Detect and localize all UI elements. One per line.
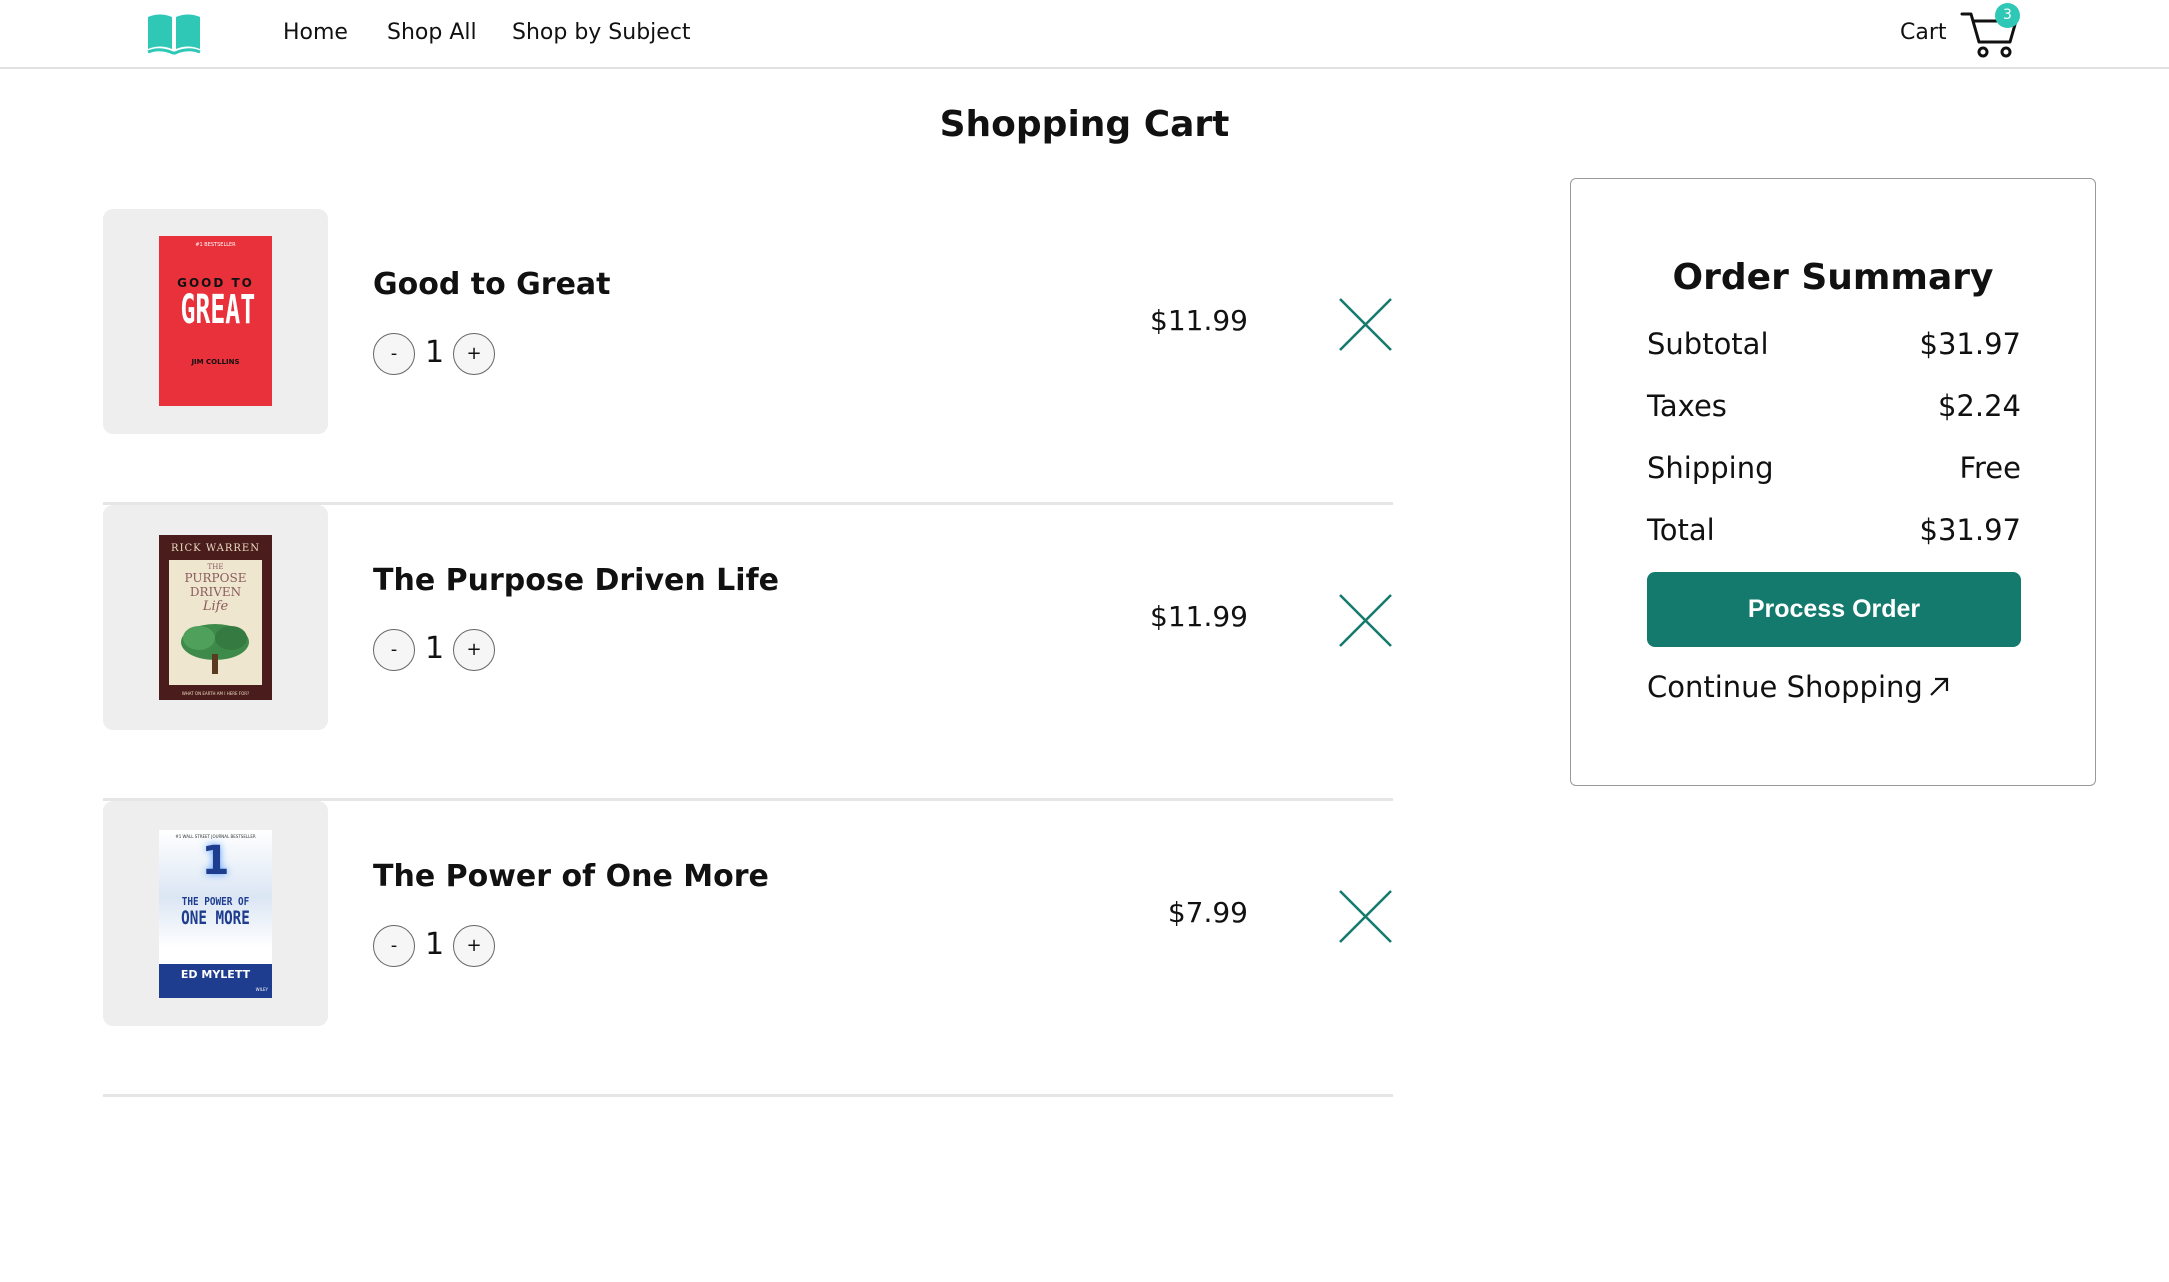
continue-shopping-label: Continue Shopping	[1647, 670, 1923, 704]
page-title: Shopping Cart	[939, 104, 1230, 145]
order-summary-title: Order Summary	[1672, 257, 1994, 298]
close-icon[interactable]	[1338, 593, 1393, 648]
nav-link-shop-by-subject[interactable]: Shop by Subject	[512, 20, 691, 45]
cart-count-badge: 3	[1995, 3, 2020, 28]
quantity-value: 1	[425, 335, 445, 370]
cart-item: #1 WALL STREET JOURNAL BESTSELLER 1 THE …	[103, 801, 1393, 1097]
quantity-value: 1	[425, 631, 445, 666]
cart-item: #1 BESTSELLER GOOD TO GREAT JIM COLLINS …	[103, 209, 1393, 505]
book-cover-power-of-one-more: #1 WALL STREET JOURNAL BESTSELLER 1 THE …	[159, 830, 272, 998]
cover-panel: THE PURPOSE DRIVEN Life	[169, 560, 262, 685]
process-order-button[interactable]: Process Order	[1647, 572, 2021, 647]
cart-link[interactable]: Cart	[1900, 20, 1947, 45]
summary-label: Total	[1647, 513, 1715, 547]
increase-qty-button[interactable]: +	[453, 629, 495, 671]
summary-value: $31.97	[1919, 513, 2021, 547]
decrease-qty-button[interactable]: -	[373, 333, 415, 375]
arrow-up-right-icon	[1927, 672, 1951, 706]
book-thumbnail[interactable]: #1 BESTSELLER GOOD TO GREAT JIM COLLINS	[103, 209, 328, 434]
summary-value: $31.97	[1919, 327, 2021, 361]
book-thumbnail[interactable]: RICK WARREN THE PURPOSE DRIVEN Life WHAT…	[103, 505, 328, 730]
item-price: $11.99	[1150, 304, 1248, 337]
close-icon[interactable]	[1338, 297, 1393, 352]
nav-link-shop-all[interactable]: Shop All	[387, 20, 477, 45]
continue-shopping-link[interactable]: Continue Shopping	[1647, 670, 1951, 706]
item-title[interactable]: The Purpose Driven Life	[373, 563, 779, 598]
item-price: $7.99	[1167, 896, 1248, 929]
increase-qty-button[interactable]: +	[453, 333, 495, 375]
item-title[interactable]: The Power of One More	[373, 859, 769, 894]
book-cover-good-to-great: #1 BESTSELLER GOOD TO GREAT JIM COLLINS	[159, 236, 272, 406]
nav-link-home[interactable]: Home	[283, 20, 348, 45]
quantity-value: 1	[425, 927, 445, 962]
open-book-icon[interactable]	[146, 13, 202, 59]
summary-label: Subtotal	[1647, 327, 1769, 361]
summary-label: Taxes	[1647, 389, 1727, 423]
order-summary-panel: Order Summary Subtotal $31.97 Taxes $2.2…	[1570, 178, 2096, 786]
cart-item: RICK WARREN THE PURPOSE DRIVEN Life WHAT…	[103, 505, 1393, 801]
summary-value: Free	[1959, 451, 2021, 485]
item-title[interactable]: Good to Great	[373, 267, 611, 302]
close-icon[interactable]	[1338, 889, 1393, 944]
increase-qty-button[interactable]: +	[453, 925, 495, 967]
summary-label: Shipping	[1647, 451, 1774, 485]
decrease-qty-button[interactable]: -	[373, 629, 415, 671]
item-price: $11.99	[1150, 600, 1248, 633]
decrease-qty-button[interactable]: -	[373, 925, 415, 967]
book-cover-purpose-driven-life: RICK WARREN THE PURPOSE DRIVEN Life WHAT…	[159, 535, 272, 700]
summary-value: $2.24	[1937, 389, 2021, 423]
tree-illustration	[181, 624, 249, 674]
book-thumbnail[interactable]: #1 WALL STREET JOURNAL BESTSELLER 1 THE …	[103, 801, 328, 1026]
cover-band: ED MYLETT WILEY	[159, 964, 272, 998]
top-nav: Home Shop All Shop by Subject Cart 3	[0, 0, 2169, 69]
